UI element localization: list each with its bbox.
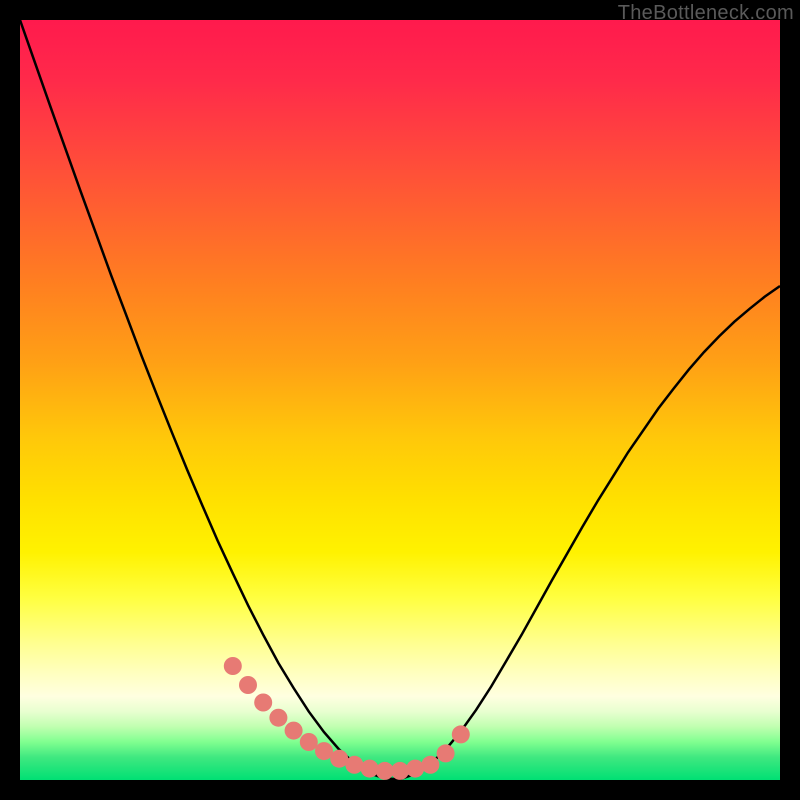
plot-frame (20, 20, 780, 780)
marker-point (391, 762, 409, 780)
marker-point (361, 760, 379, 778)
marker-point (345, 756, 363, 774)
marker-point (421, 756, 439, 774)
marker-point (224, 657, 242, 675)
curve-markers (224, 657, 470, 780)
marker-point (285, 722, 303, 740)
marker-point (452, 725, 470, 743)
bottleneck-curve (20, 20, 780, 779)
marker-point (269, 709, 287, 727)
marker-point (239, 676, 257, 694)
marker-point (406, 760, 424, 778)
marker-point (300, 733, 318, 751)
marker-point (254, 694, 272, 712)
marker-point (437, 744, 455, 762)
curve-layer (20, 20, 780, 780)
watermark-text: TheBottleneck.com (618, 2, 794, 25)
